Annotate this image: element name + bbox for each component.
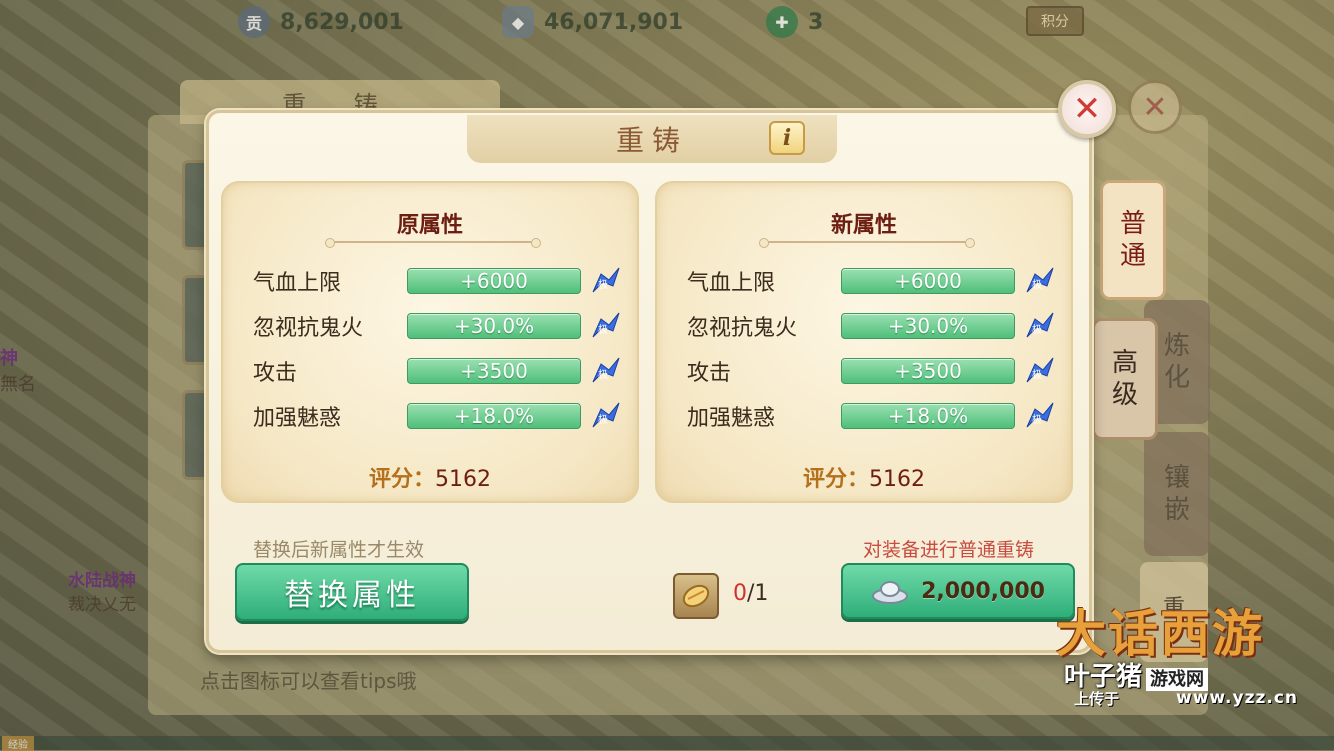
- attribute-row: 忽视抗鬼火 +30.0% 极: [687, 310, 1057, 342]
- dialog-title: 重铸: [615, 124, 688, 157]
- jade-icon: ✚: [766, 6, 798, 38]
- watermark-uploaded: 上传于: [1074, 690, 1120, 708]
- tab-normal[interactable]: 普 通: [1100, 180, 1166, 300]
- attribute-row: 攻击 +3500 极: [253, 355, 623, 387]
- new-score: 评分：5162: [657, 461, 1071, 493]
- attribute-value: +30.0%: [841, 313, 1015, 339]
- contribution-currency: 贡 8,629,001: [238, 6, 404, 38]
- normal-reforge-button[interactable]: 2,000,000: [841, 563, 1075, 619]
- tab-normal-char: 通: [1119, 241, 1146, 271]
- jade-currency: ✚ 3: [766, 6, 823, 38]
- tab-inlay[interactable]: 镶 嵌: [1144, 432, 1210, 556]
- tab-inlay-char: 嵌: [1163, 495, 1190, 525]
- attribute-row: 加强魅惑 +18.0% 极: [687, 400, 1057, 432]
- material-need: /1: [747, 581, 769, 606]
- grade-icon[interactable]: 极: [589, 311, 623, 341]
- grade-icon[interactable]: 极: [1023, 311, 1057, 341]
- grade-icon[interactable]: 极: [1023, 356, 1057, 386]
- side-player-name: 裁决乂无: [68, 595, 136, 615]
- reforge-material-slot[interactable]: [673, 573, 719, 619]
- new-attributes-header: 新属性: [830, 213, 897, 238]
- svg-text:极: 极: [598, 323, 608, 336]
- tab-advanced[interactable]: 高 级: [1092, 318, 1158, 440]
- reforge-stone-icon: [682, 584, 710, 608]
- attribute-value: +6000: [407, 268, 581, 294]
- material-count: 0/1: [733, 581, 768, 606]
- attribute-value: +6000: [841, 268, 1015, 294]
- chat-tag: 经验: [2, 736, 34, 751]
- background-tips-text: 点击图标可以查看tips哦: [200, 669, 417, 693]
- currency-bar: 贡 8,629,001 ◆ 46,071,901 ✚ 3 积分: [0, 0, 1334, 44]
- divider: [325, 238, 541, 248]
- watermark-url: www.yzz.cn: [1176, 688, 1298, 708]
- grade-icon[interactable]: 极: [1023, 401, 1057, 431]
- contribution-value: 8,629,001: [280, 9, 404, 35]
- score-label: 评分：: [368, 467, 435, 492]
- attribute-value: +30.0%: [407, 313, 581, 339]
- attribute-name: 加强魅惑: [253, 406, 342, 431]
- attribute-name: 气血上限: [253, 271, 342, 296]
- material-have: 0: [733, 581, 747, 606]
- watermark: 大话西游 叶子猪 游戏网 上传于 www.yzz.cn: [1046, 594, 1334, 744]
- attribute-name: 忽视抗鬼火: [253, 316, 364, 341]
- points-button[interactable]: 积分: [1026, 6, 1084, 36]
- score-value: 5162: [869, 467, 925, 492]
- original-score: 评分：5162: [223, 461, 637, 493]
- grade-icon[interactable]: 极: [1023, 266, 1057, 296]
- replace-attributes-button[interactable]: 替换属性: [235, 563, 469, 621]
- tab-inlay-char: 镶: [1163, 463, 1190, 493]
- side-player-title: 水陆战神: [68, 571, 136, 591]
- grade-icon[interactable]: 极: [589, 266, 623, 296]
- attribute-value: +3500: [407, 358, 581, 384]
- attribute-name: 加强魅惑: [687, 406, 776, 431]
- replace-hint-text: 替换后新属性才生效: [253, 539, 425, 561]
- svg-text:极: 极: [598, 368, 608, 381]
- close-icon[interactable]: ✕: [1058, 80, 1116, 138]
- svg-text:极: 极: [598, 278, 608, 291]
- svg-text:极: 极: [1032, 368, 1042, 381]
- score-value: 5162: [435, 467, 491, 492]
- tab-advanced-char: 级: [1111, 380, 1138, 410]
- attribute-row: 忽视抗鬼火 +30.0% 极: [253, 310, 623, 342]
- svg-text:极: 极: [598, 413, 608, 426]
- svg-text:极: 极: [1032, 278, 1042, 291]
- tab-refine-char: 炼: [1163, 331, 1190, 361]
- attribute-name: 攻击: [253, 361, 298, 386]
- silver-ingot-icon: [872, 581, 909, 604]
- score-label: 评分：: [802, 467, 869, 492]
- tab-normal-char: 普: [1119, 209, 1146, 239]
- tab-advanced-char: 高: [1111, 348, 1138, 378]
- silver-value: 46,071,901: [544, 9, 684, 35]
- attribute-row: 气血上限 +6000 极: [253, 265, 623, 297]
- svg-text:极: 极: [1032, 413, 1042, 426]
- side-player-name: 神: [0, 348, 18, 369]
- attribute-value: +3500: [841, 358, 1015, 384]
- tab-refine-char: 化: [1163, 363, 1190, 393]
- info-icon[interactable]: i: [769, 121, 805, 155]
- silver-currency: ◆ 46,071,901: [502, 6, 683, 38]
- attribute-name: 忽视抗鬼火: [687, 316, 798, 341]
- silver-ingot-icon: ◆: [502, 6, 534, 38]
- attribute-name: 气血上限: [687, 271, 776, 296]
- reforge-hint-text: 对装备进行普通重铸: [863, 539, 1035, 561]
- attribute-value: +18.0%: [841, 403, 1015, 429]
- grade-icon[interactable]: 极: [589, 401, 623, 431]
- jade-value: 3: [808, 9, 824, 35]
- reforge-dialog: 重铸 i 原属性 气血上限 +6000 极 忽视抗鬼火 +30.0% 极 攻击 …: [206, 110, 1092, 653]
- svg-text:极: 极: [1032, 323, 1042, 336]
- grade-icon[interactable]: 极: [589, 356, 623, 386]
- original-attributes-header: 原属性: [396, 213, 463, 238]
- original-attributes-panel: 原属性 气血上限 +6000 极 忽视抗鬼火 +30.0% 极 攻击 +3500…: [221, 181, 639, 503]
- attribute-name: 攻击: [687, 361, 732, 386]
- divider: [759, 238, 975, 248]
- side-player-name: 無名: [0, 374, 36, 395]
- attribute-row: 攻击 +3500 极: [687, 355, 1057, 387]
- new-attributes-panel: 新属性 气血上限 +6000 极 忽视抗鬼火 +30.0% 极 攻击 +3500…: [655, 181, 1073, 503]
- contribution-icon: 贡: [238, 6, 270, 38]
- attribute-row: 气血上限 +6000 极: [687, 265, 1057, 297]
- reforge-cost: 2,000,000: [921, 578, 1045, 604]
- attribute-value: +18.0%: [407, 403, 581, 429]
- attribute-row: 加强魅惑 +18.0% 极: [253, 400, 623, 432]
- background-close-icon[interactable]: ✕: [1128, 80, 1182, 134]
